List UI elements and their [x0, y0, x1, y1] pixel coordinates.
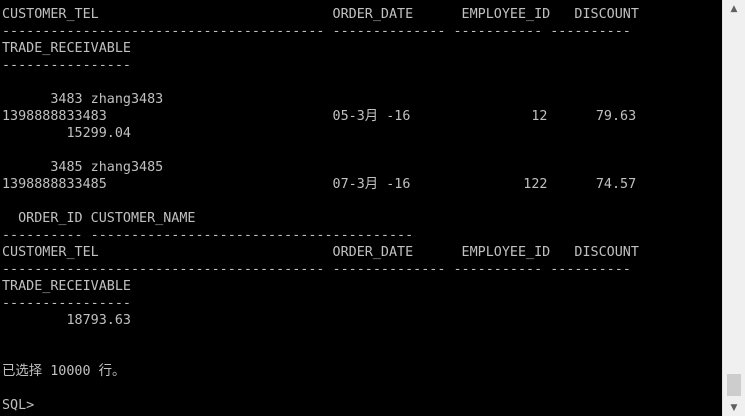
- console-output: CUSTOMER_TEL ORDER_DATE EMPLOYEE_ID DISC…: [2, 6, 639, 414]
- column-separator-line: ----------------: [2, 58, 131, 73]
- column-separator-line: ----------------: [2, 296, 131, 311]
- console-line: ORDER_ID CUSTOMER_NAME: [2, 211, 196, 226]
- console-line: CUSTOMER_TEL ORDER_DATE EMPLOYEE_ID DISC…: [2, 7, 639, 22]
- scrollbar-thumb[interactable]: [727, 374, 741, 396]
- console-line: 1398888833483 05-3月 -16 12 79.63: [2, 109, 637, 124]
- console-line: TRADE_RECEIVABLE: [2, 279, 131, 294]
- scroll-down-arrow-icon[interactable]: ▼: [723, 399, 745, 416]
- console-line: TRADE_RECEIVABLE: [2, 41, 131, 56]
- console-line: 18793.63: [2, 313, 131, 328]
- sql-prompt: SQL>: [2, 398, 35, 413]
- column-separator-line: ---------- -----------------------------…: [2, 228, 414, 243]
- scroll-up-arrow-icon[interactable]: ▲: [723, 0, 745, 17]
- row-count-message: 已选择 10000 行。: [2, 364, 126, 379]
- column-separator-line: ----------------------------------------…: [2, 24, 631, 39]
- column-separator-line: ----------------------------------------…: [2, 262, 631, 277]
- vertical-scrollbar[interactable]: ▲ ▼: [722, 0, 745, 416]
- console-line: 15299.04: [2, 126, 131, 141]
- console-line: 1398888833485 07-3月 -16 122 74.57: [2, 177, 637, 192]
- console-line: 3485 zhang3485: [2, 160, 164, 175]
- console-line: CUSTOMER_TEL ORDER_DATE EMPLOYEE_ID DISC…: [2, 245, 639, 260]
- console-line: 3483 zhang3483: [2, 92, 164, 107]
- terminal-console[interactable]: CUSTOMER_TEL ORDER_DATE EMPLOYEE_ID DISC…: [0, 0, 722, 416]
